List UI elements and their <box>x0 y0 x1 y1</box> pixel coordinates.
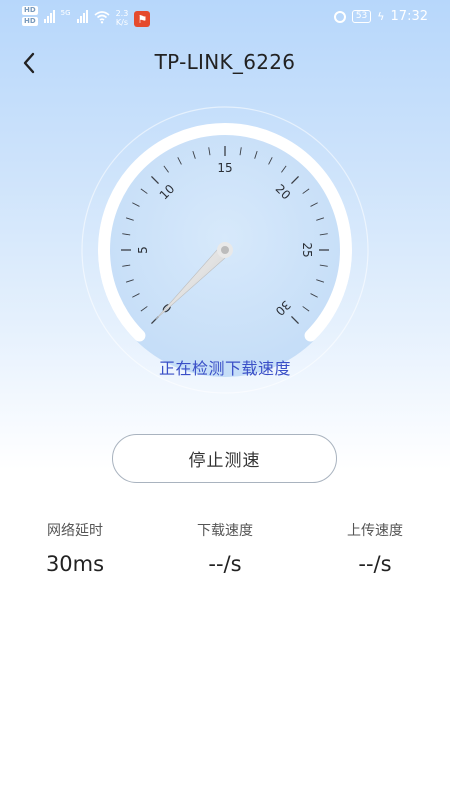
metric-upload: 上传速度 --/s <box>300 520 450 576</box>
page-title: TP-LINK_6226 <box>154 50 296 74</box>
gauge-tick-label-25: 25 <box>300 242 314 257</box>
alarm-icon <box>333 10 346 23</box>
net-speed-value: 2.3 <box>115 9 129 18</box>
metric-upload-label: 上传速度 <box>347 523 403 539</box>
metric-latency: 网络延时 30ms <box>0 520 150 576</box>
metric-latency-value: 30ms <box>45 552 105 576</box>
speed-gauge: 051015202530 <box>80 105 370 395</box>
gauge-tick-label-5: 5 <box>136 246 150 254</box>
hd-badge-2: HD <box>22 17 38 26</box>
status-right: 53 ϟ 17:32 <box>333 9 428 24</box>
net-type-label: 5G <box>60 9 71 17</box>
metric-latency-label: 网络延时 <box>47 523 103 539</box>
app-notification-icon: ⚑ <box>134 11 151 27</box>
metric-download: 下载速度 --/s <box>150 520 300 576</box>
status-left: HD HD 5G 2.3 K/s ⚑ <box>22 6 151 27</box>
status-time: 17:32 <box>390 9 428 24</box>
charging-icon: ϟ <box>377 10 385 23</box>
hd-badge-1: HD <box>22 6 38 15</box>
metric-upload-value: --/s <box>358 552 392 576</box>
metric-download-label: 下载速度 <box>197 523 253 539</box>
metric-download-value: --/s <box>208 552 242 576</box>
battery-indicator: 53 <box>351 10 372 23</box>
signal-icon <box>43 9 55 23</box>
gauge-hub-center <box>221 246 229 254</box>
wifi-icon <box>94 11 110 24</box>
net-speed-unit: K/s <box>115 18 128 27</box>
gauge-tick-label-15: 15 <box>217 161 232 175</box>
signal-icon-2 <box>76 9 88 23</box>
net-speed-indicator: 2.3 K/s <box>116 9 129 27</box>
header: TP-LINK_6226 <box>0 40 450 86</box>
gauge-dial: 051015202530 <box>81 106 369 394</box>
status-bar: HD HD 5G 2.3 K/s ⚑ 53 ϟ 17:32 <box>0 0 450 34</box>
hd-badges: HD HD <box>22 6 38 26</box>
stop-test-button[interactable]: 停止测速 <box>112 434 337 483</box>
gauge-status-text: 正在检测下载速度 <box>158 359 291 378</box>
